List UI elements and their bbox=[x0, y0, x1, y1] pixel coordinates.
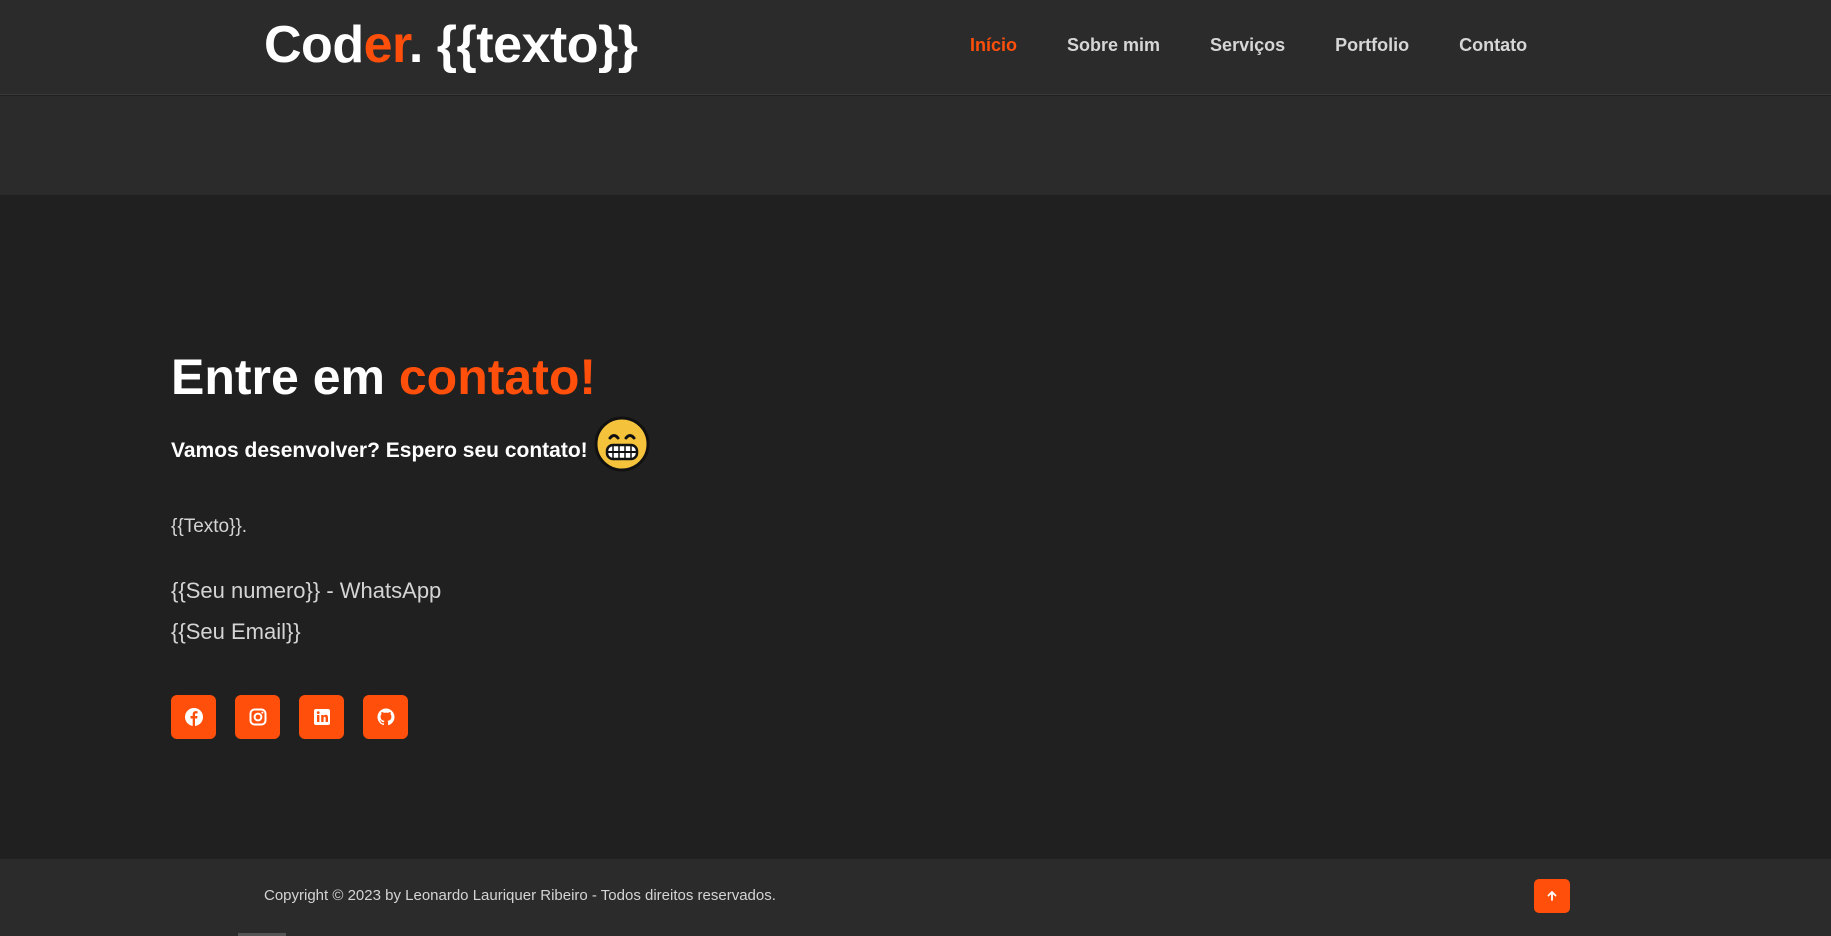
site-footer: Copyright © 2023 by Leonardo Lauriquer R… bbox=[0, 859, 1831, 936]
logo-part-3: . {{texto}} bbox=[408, 16, 638, 74]
instagram-icon bbox=[249, 708, 266, 726]
site-header: Coder. {{texto}} Início Sobre mim Serviç… bbox=[0, 0, 1831, 95]
header-band bbox=[0, 96, 1831, 195]
github-icon bbox=[377, 708, 394, 726]
contact-title-white: Entre em bbox=[171, 349, 399, 405]
instagram-button[interactable] bbox=[235, 695, 280, 739]
main-nav: Início Sobre mim Serviços Portfolio Cont… bbox=[970, 0, 1577, 90]
contact-subtitle: Vamos desenvolver? Espero seu contato! bbox=[171, 439, 588, 462]
github-button[interactable] bbox=[363, 695, 408, 739]
linkedin-button[interactable] bbox=[299, 695, 344, 739]
copyright-text: Copyright © 2023 by Leonardo Lauriquer R… bbox=[264, 887, 776, 904]
contact-title: Entre em contato! bbox=[171, 340, 1071, 414]
logo-part-accent: er bbox=[363, 16, 410, 74]
contact-section: Entre em contato! Vamos desenvolver? Esp… bbox=[171, 340, 1071, 739]
nav-item-sobre-mim[interactable]: Sobre mim bbox=[1067, 35, 1160, 56]
site-logo[interactable]: Coder. {{texto}} bbox=[264, 12, 638, 78]
arrow-up-icon bbox=[1547, 891, 1557, 901]
social-links bbox=[171, 695, 427, 739]
nav-item-servicos[interactable]: Serviços bbox=[1210, 35, 1285, 56]
contact-phone[interactable]: {{Seu numero}} - WhatsApp bbox=[171, 578, 441, 604]
contact-email[interactable]: {{Seu Email}} bbox=[171, 619, 301, 645]
nav-item-inicio[interactable]: Início bbox=[970, 35, 1017, 56]
grinning-face-icon bbox=[594, 416, 650, 472]
contact-title-accent: contato! bbox=[398, 349, 597, 405]
facebook-button[interactable] bbox=[171, 695, 216, 739]
linkedin-icon bbox=[313, 709, 330, 725]
facebook-icon bbox=[184, 708, 203, 726]
nav-item-portfolio[interactable]: Portfolio bbox=[1335, 35, 1409, 56]
back-to-top-button[interactable] bbox=[1534, 879, 1570, 913]
contact-text: {{Texto}}. bbox=[171, 516, 248, 537]
nav-item-contato[interactable]: Contato bbox=[1459, 35, 1527, 56]
contact-subtitle-row: Vamos desenvolver? Espero seu contato! bbox=[171, 416, 650, 472]
logo-part-1: Cod bbox=[264, 16, 364, 74]
